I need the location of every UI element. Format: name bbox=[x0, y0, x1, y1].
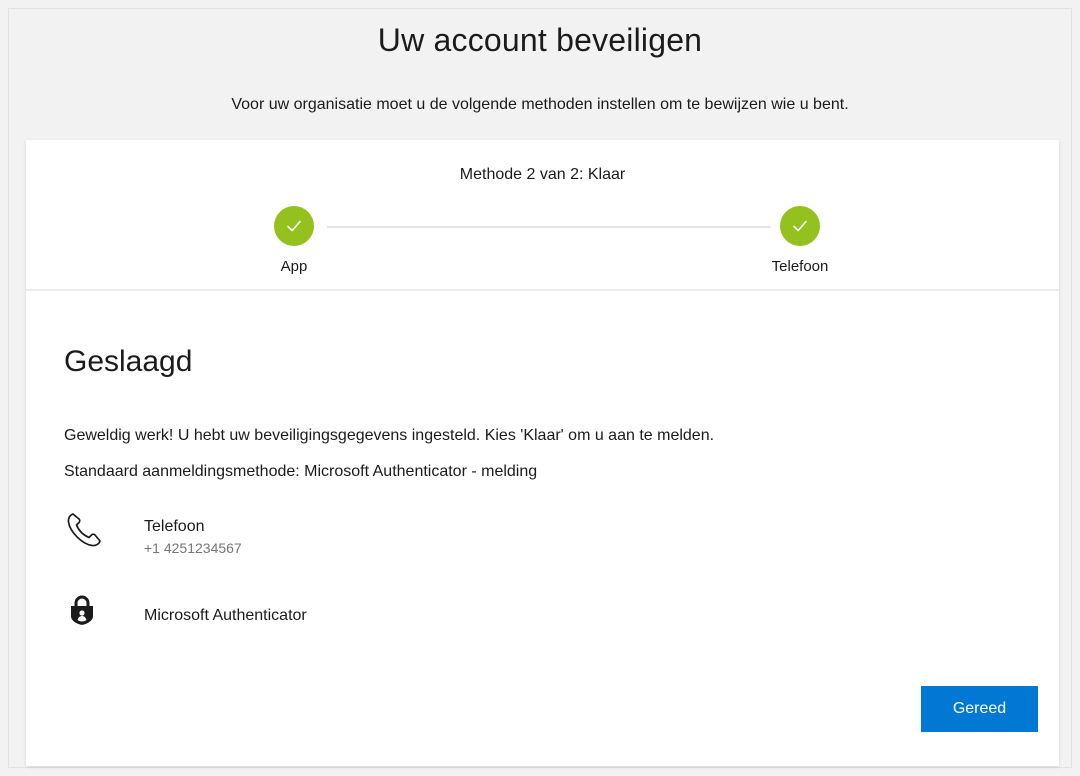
progress-header: Methode 2 van 2: Klaar App Telefoon bbox=[26, 140, 1059, 291]
progress-label: Methode 2 van 2: Klaar bbox=[459, 166, 626, 183]
step-complete-indicator bbox=[780, 206, 820, 246]
success-title: Geslaagd bbox=[64, 345, 193, 378]
step-phone: Telefoon bbox=[740, 206, 860, 275]
method-detail: +1 4251234567 bbox=[144, 540, 242, 556]
progress-line bbox=[327, 226, 771, 228]
method-name: Microsoft Authenticator bbox=[144, 607, 307, 624]
setup-card: Methode 2 van 2: Klaar App Telefoon Gesl… bbox=[26, 140, 1059, 766]
method-authenticator: Microsoft Authenticator bbox=[64, 590, 464, 630]
step-app: App bbox=[234, 206, 354, 275]
step-label: App bbox=[280, 258, 308, 275]
page-subtitle: Voor uw organisatie moet u de volgende m… bbox=[231, 96, 849, 113]
step-complete-indicator bbox=[274, 206, 314, 246]
method-name: Telefoon bbox=[144, 518, 205, 535]
method-phone: Telefoon +1 4251234567 bbox=[64, 510, 464, 560]
authenticator-lock-icon bbox=[68, 594, 96, 631]
done-button[interactable]: Gereed bbox=[921, 686, 1038, 732]
step-label: Telefoon bbox=[771, 258, 829, 275]
default-method-text: Standaard aanmeldingsmethode: Microsoft … bbox=[64, 463, 538, 480]
checkmark-icon bbox=[287, 220, 301, 232]
checkmark-icon bbox=[793, 220, 807, 232]
page-title: Uw account beveiligen bbox=[377, 22, 703, 58]
phone-icon bbox=[64, 510, 104, 555]
success-message: Geweldig werk! U hebt uw beveiligingsgeg… bbox=[64, 427, 715, 444]
